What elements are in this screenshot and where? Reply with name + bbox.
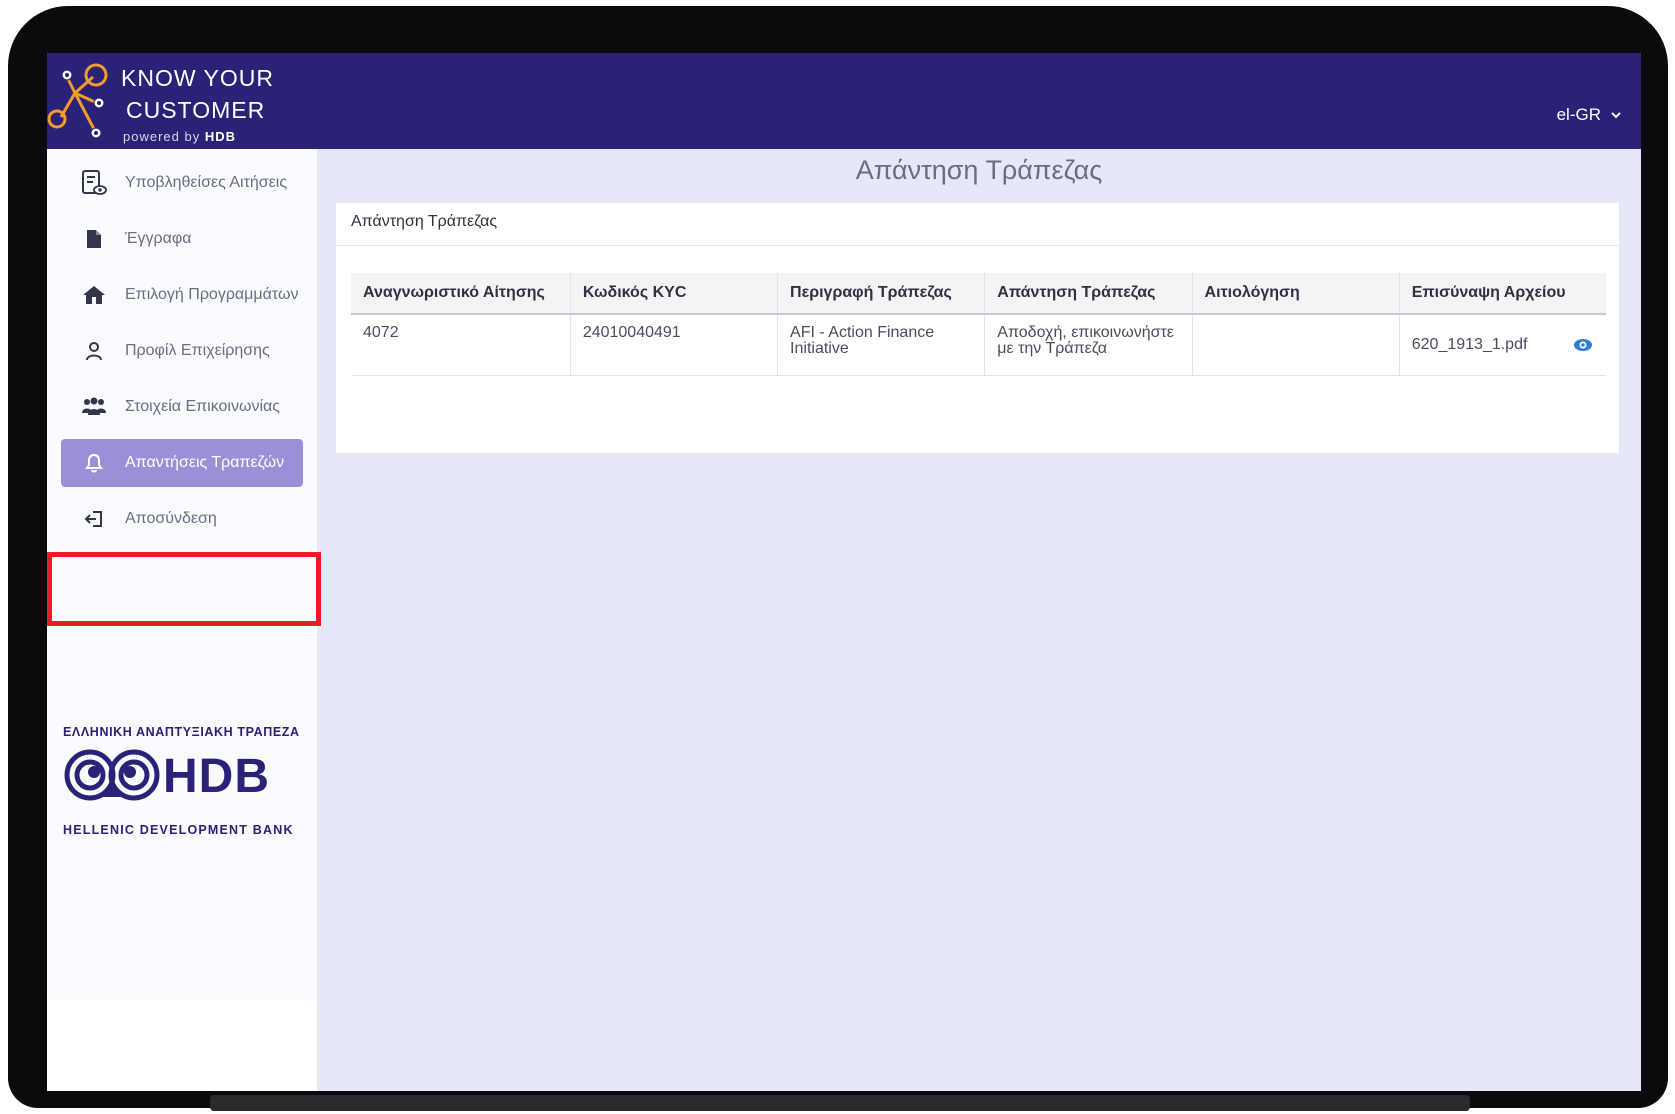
file-icon: [79, 229, 109, 249]
language-selector[interactable]: el-GR: [1557, 105, 1621, 125]
kyc-logo-icon: [47, 63, 108, 139]
column-header-application-id: Αναγνωριστικό Αίτησης: [351, 273, 571, 315]
sidebar-item-logout[interactable]: Αποσύνδεση: [61, 495, 303, 543]
device-stand: [210, 1095, 1470, 1111]
page-title: Απάντηση Τράπεζας: [855, 155, 1103, 185]
sidebar: Υποβληθείσες Αιτήσεις Έγγραφα Επιλογή Πρ…: [47, 149, 321, 999]
logo-powered-text: powered by: [123, 129, 201, 144]
sidebar-item-program-selection[interactable]: Επιλογή Προγραμμάτων: [61, 271, 303, 319]
kyc-logo[interactable]: KNOW YOUR CUSTOMER powered by HDB: [47, 53, 307, 149]
cell-bank-response: Αποδοχή, επικοινωνήστε με την Τράπεζα: [984, 314, 1193, 376]
column-header-bank-response: Απάντηση Τράπεζας: [984, 273, 1193, 315]
users-icon: [79, 397, 109, 417]
table-row: 4072 24010040491 AFI - Action Finance In…: [351, 314, 1606, 376]
hdb-logo: HDB: [63, 745, 283, 810]
logo-line-2: CUSTOMER: [126, 97, 266, 123]
cell-application-id: 4072: [351, 314, 571, 376]
table-header-row: Αναγνωριστικό Αίτησης Κωδικός KYC Περιγρ…: [351, 273, 1606, 315]
bell-icon: [79, 453, 109, 473]
attachment-filename[interactable]: 620_1913_1.pdf: [1412, 337, 1528, 353]
bank-response-table: Αναγνωριστικό Αίτησης Κωδικός KYC Περιγρ…: [351, 273, 1606, 376]
column-header-bank-description: Περιγραφή Τράπεζας: [777, 273, 986, 315]
sidebar-item-documents[interactable]: Έγγραφα: [61, 215, 303, 263]
hdb-logo-text: HDB: [163, 750, 270, 803]
column-header-kyc-code: Κωδικός KYC: [570, 273, 779, 315]
sidebar-item-submitted-applications[interactable]: Υποβληθείσες Αιτήσεις: [61, 159, 303, 207]
bank-name-greek: ΕΛΛΗΝΙΚΗ ΑΝΑΠΤΥΞΙΑΚΗ ΤΡΑΠΕΖΑ: [63, 725, 300, 739]
cell-justification: [1192, 314, 1400, 376]
sidebar-item-label: Έγγραφα: [125, 230, 192, 247]
card-title: Απάντηση Τράπεζας: [351, 213, 498, 230]
user-icon: [79, 341, 109, 361]
highlight-box: [47, 552, 321, 626]
logo-line-1: KNOW YOUR: [121, 65, 274, 91]
sidebar-item-label: Στοιχεία Επικοινωνίας: [125, 398, 280, 415]
bank-name-english: HELLENIC DEVELOPMENT BANK: [63, 823, 294, 837]
home-icon: [79, 285, 109, 305]
sidebar-item-label: Απαντήσεις Τραπεζών: [125, 454, 285, 471]
logout-icon: [79, 509, 109, 529]
cell-attachment: 620_1913_1.pdf: [1399, 314, 1606, 376]
app-screen: KNOW YOUR CUSTOMER powered by HDB el-GR …: [47, 53, 1641, 1091]
sidebar-item-label: Επιλογή Προγραμμάτων: [125, 286, 299, 303]
column-header-justification: Αιτιολόγηση: [1192, 273, 1400, 315]
eye-icon[interactable]: [1572, 334, 1594, 356]
response-card: Απάντηση Τράπεζας Αναγνωριστικό Αίτησης …: [336, 203, 1619, 453]
sidebar-item-contact-details[interactable]: Στοιχεία Επικοινωνίας: [61, 383, 303, 431]
chevron-down-icon: [1611, 112, 1621, 119]
cell-bank-description: AFI - Action Finance Initiative: [777, 314, 986, 376]
logo-powered-by: powered by HDB: [123, 129, 236, 144]
sidebar-item-label: Υποβληθείσες Αιτήσεις: [125, 174, 288, 191]
column-header-attachment: Επισύναψη Αρχείου: [1399, 273, 1606, 315]
logo-powered-brand: HDB: [204, 129, 237, 144]
card-header: Απάντηση Τράπεζας: [336, 203, 1619, 246]
language-label: el-GR: [1556, 105, 1601, 124]
cell-kyc-code: 24010040491: [570, 314, 779, 376]
document-eye-icon: [79, 169, 109, 197]
sidebar-item-bank-responses[interactable]: Απαντήσεις Τραπεζών: [61, 439, 303, 487]
sidebar-item-label: Προφίλ Επιχείρησης: [125, 342, 270, 359]
sidebar-footer: [47, 999, 317, 1091]
sidebar-item-business-profile[interactable]: Προφίλ Επιχείρησης: [61, 327, 303, 375]
top-bar: KNOW YOUR CUSTOMER powered by HDB el-GR: [47, 53, 1641, 149]
attachment-wrap: 620_1913_1.pdf: [1412, 334, 1594, 356]
sidebar-item-label: Αποσύνδεση: [125, 510, 217, 527]
